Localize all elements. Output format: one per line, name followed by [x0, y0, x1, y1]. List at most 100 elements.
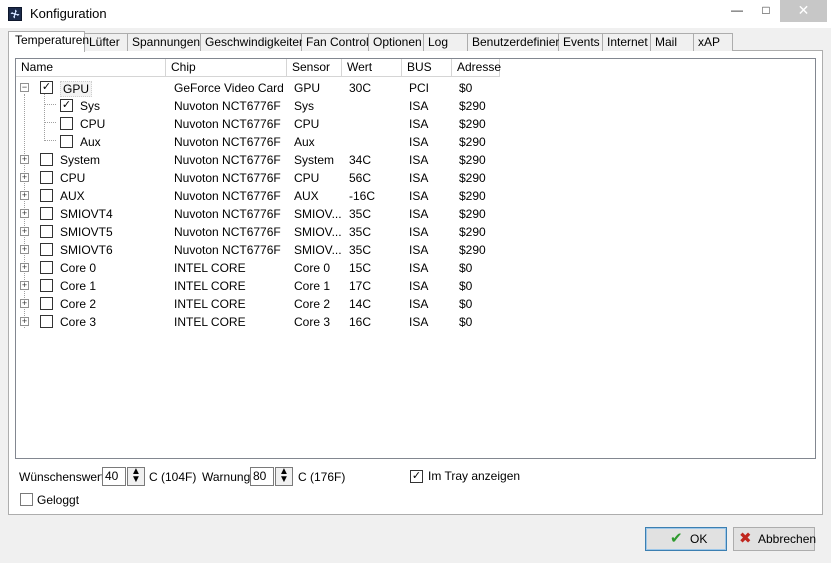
tab-xap[interactable]: xAP — [694, 33, 733, 51]
tree-expander-icon[interactable]: + — [20, 155, 29, 164]
column-header-adresse[interactable]: Adresse — [452, 59, 501, 77]
row-checkbox[interactable] — [40, 153, 53, 166]
close-button[interactable]: ✕ — [780, 0, 827, 22]
row-checkbox[interactable] — [40, 189, 53, 202]
row-sensor: Core 2 — [294, 297, 331, 311]
row-bus: ISA — [409, 279, 429, 293]
row-checkbox[interactable] — [60, 135, 73, 148]
column-header-wert[interactable]: Wert — [342, 59, 402, 77]
warnung-spinner[interactable]: ▲ ▼ — [275, 467, 293, 486]
warnung-label: Warnung — [202, 470, 251, 484]
tree-row[interactable]: + SMIOVT6 Nuvoton NCT6776F SMIOV... 35C ISA $2… — [16, 241, 815, 259]
tab-fan-control[interactable]: Fan Control — [302, 33, 369, 51]
tree-expander-icon[interactable]: + — [20, 317, 29, 326]
warnung-input[interactable]: 80 — [250, 467, 274, 486]
wunschwert-input[interactable]: 40 — [102, 467, 126, 486]
row-checkbox[interactable] — [60, 117, 73, 130]
tree-row[interactable]: + CPU Nuvoton NCT6776F CPU 56C ISA $290 — [16, 169, 815, 187]
row-checkbox[interactable] — [40, 279, 53, 292]
tab-mail[interactable]: Mail — [651, 33, 694, 51]
tree-row[interactable]: Aux Nuvoton NCT6776F Aux ISA $290 — [16, 133, 815, 151]
tab-geschwindigkeiten[interactable]: Geschwindigkeiten — [201, 33, 306, 51]
row-adresse: $290 — [459, 207, 486, 221]
row-adresse: $0 — [459, 81, 473, 95]
row-name: CPU — [60, 171, 86, 185]
checkmark-icon: ✔ — [670, 530, 683, 547]
row-sensor: SMIOV... — [294, 225, 342, 239]
row-checkbox[interactable] — [40, 207, 53, 220]
tab-luefter[interactable]: Lüfter — [85, 33, 128, 51]
geloggt-checkbox[interactable] — [20, 493, 33, 506]
column-header-name[interactable]: Name — [16, 59, 166, 77]
tree-expander-icon[interactable]: + — [20, 299, 29, 308]
tab-spannungen[interactable]: Spannungen — [128, 33, 201, 51]
tree-row[interactable]: + SMIOVT5 Nuvoton NCT6776F SMIOV... 35C ISA $2… — [16, 223, 815, 241]
tree-row[interactable]: CPU Nuvoton NCT6776F CPU ISA $290 — [16, 115, 815, 133]
tree-row[interactable]: + Core 3 INTEL CORE Core 3 16C ISA $0 — [16, 313, 815, 331]
row-bus: ISA — [409, 99, 429, 113]
tab-events[interactable]: Events — [559, 33, 603, 51]
wunschwert-spinner[interactable]: ▲ ▼ — [127, 467, 145, 486]
row-adresse: $290 — [459, 135, 486, 149]
cancel-x-icon: ✖ — [739, 530, 752, 547]
tab-benutzerdefiniert[interactable]: Benutzerdefiniert — [468, 33, 563, 51]
tree-expander-icon[interactable]: + — [20, 227, 29, 236]
row-adresse: $0 — [459, 261, 473, 275]
row-checkbox[interactable]: ✓ — [40, 81, 53, 94]
row-bus: ISA — [409, 225, 429, 239]
spin-down-icon[interactable]: ▼ — [128, 475, 144, 485]
row-checkbox[interactable] — [40, 297, 53, 310]
tree-row[interactable]: + AUX Nuvoton NCT6776F AUX -16C ISA $290 — [16, 187, 815, 205]
tree-row[interactable]: + SMIOVT4 Nuvoton NCT6776F SMIOV... 35C ISA $2… — [16, 205, 815, 223]
row-wert: 15C — [349, 261, 372, 275]
tab-internet[interactable]: Internet — [603, 33, 651, 51]
row-checkbox[interactable] — [40, 243, 53, 256]
ok-button[interactable]: ✔ OK — [645, 527, 727, 551]
tree-expander-icon[interactable]: − — [20, 83, 29, 92]
row-chip: INTEL CORE — [174, 315, 246, 329]
tree-expander-icon[interactable]: + — [20, 281, 29, 290]
row-name: Aux — [80, 135, 101, 149]
tab-log[interactable]: Log — [424, 33, 468, 51]
wunschwert-unit: C (104F) — [149, 470, 197, 484]
settings-bar: Wünschenswert 40 ▲ ▼ C (104F) Warnung 80… — [15, 460, 816, 512]
row-name: Core 0 — [60, 261, 97, 275]
cancel-button[interactable]: ✖ Abbrechen — [733, 527, 816, 551]
tree-expander-icon[interactable]: + — [20, 173, 29, 182]
tree-row[interactable]: − ✓ GPU GeForce Video Card GPU 30C PCI $0 — [16, 79, 815, 97]
row-chip: Nuvoton NCT6776F — [174, 153, 281, 167]
tree-expander-icon[interactable]: + — [20, 263, 29, 272]
sensor-tree-list[interactable]: Name Chip Sensor Wert BUS Adresse − ✓ GPU G… — [15, 58, 816, 459]
tab-temperaturen[interactable]: Temperaturen — [8, 31, 89, 52]
row-sensor: Sys — [294, 99, 315, 113]
row-name: Sys — [80, 99, 101, 113]
row-name: AUX — [60, 189, 85, 203]
tree-row[interactable]: + Core 1 INTEL CORE Core 1 17C ISA $0 — [16, 277, 815, 295]
row-checkbox[interactable] — [40, 225, 53, 238]
tab-optionen[interactable]: Optionen — [369, 33, 424, 51]
warnung-unit: C (176F) — [298, 470, 346, 484]
tree-row[interactable]: + System Nuvoton NCT6776F System 34C ISA $290 — [16, 151, 815, 169]
tree-expander-icon[interactable]: + — [20, 191, 29, 200]
column-header-chip[interactable]: Chip — [166, 59, 287, 77]
spin-down-icon[interactable]: ▼ — [276, 475, 292, 485]
row-chip: INTEL CORE — [174, 297, 246, 311]
row-checkbox[interactable] — [40, 261, 53, 274]
fan-app-icon — [8, 7, 22, 21]
minimize-button[interactable]: — — [722, 0, 752, 22]
tree-expander-icon[interactable]: + — [20, 245, 29, 254]
row-checkbox[interactable] — [40, 171, 53, 184]
row-checkbox[interactable]: ✓ — [60, 99, 73, 112]
column-header-bus[interactable]: BUS — [402, 59, 452, 77]
tree-row[interactable]: + Core 0 INTEL CORE Core 0 15C ISA $0 — [16, 259, 815, 277]
column-header-sensor[interactable]: Sensor — [287, 59, 342, 77]
maximize-button[interactable]: □ — [752, 0, 780, 22]
row-chip: Nuvoton NCT6776F — [174, 189, 281, 203]
row-chip: Nuvoton NCT6776F — [174, 99, 281, 113]
tree-row[interactable]: ✓ Sys Nuvoton NCT6776F Sys ISA $290 — [16, 97, 815, 115]
tray-checkbox[interactable]: ✓ — [410, 470, 423, 483]
ok-button-label: OK — [690, 532, 708, 546]
tree-row[interactable]: + Core 2 INTEL CORE Core 2 14C ISA $0 — [16, 295, 815, 313]
row-checkbox[interactable] — [40, 315, 53, 328]
tree-expander-icon[interactable]: + — [20, 209, 29, 218]
